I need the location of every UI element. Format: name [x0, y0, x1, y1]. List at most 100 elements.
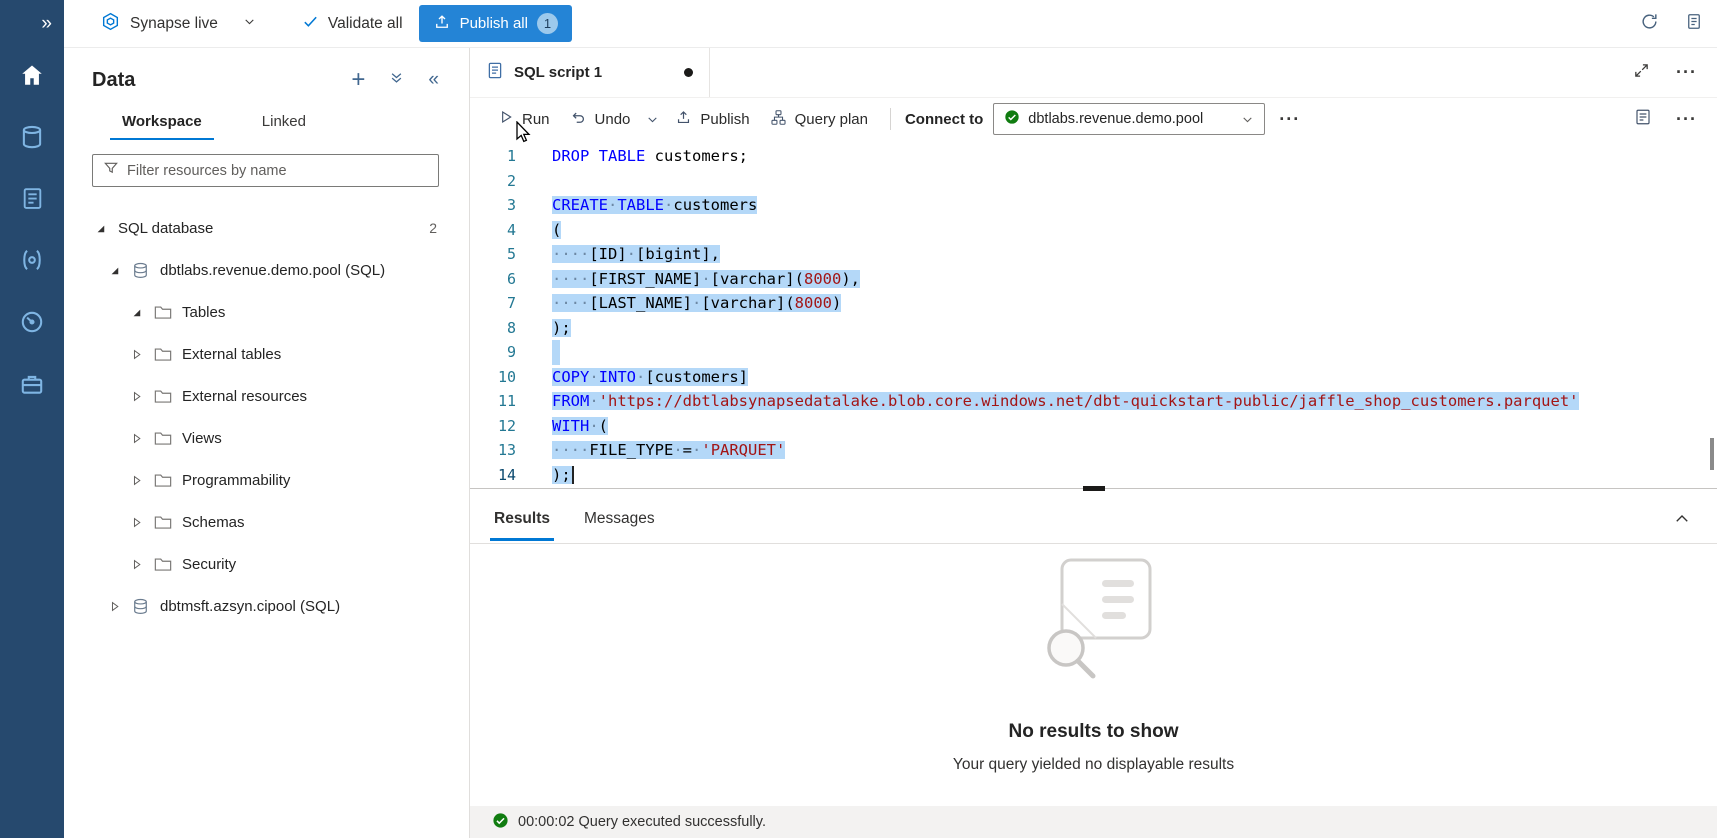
topbar-right-actions: [1640, 12, 1717, 36]
expand-chevron-icon[interactable]: [130, 558, 144, 571]
expand-chevron-icon[interactable]: [130, 432, 144, 445]
expand-chevron-icon[interactable]: [130, 474, 144, 487]
monitor-icon[interactable]: [19, 309, 45, 335]
top-command-bar: » Synapse live Validate all: [0, 0, 1717, 48]
line-content: );: [552, 463, 574, 488]
expand-chevron-icon[interactable]: [130, 390, 144, 403]
undo-label: Undo: [595, 111, 631, 128]
code-line-4: 4(: [470, 218, 1717, 243]
collapse-panel-icon[interactable]: «: [428, 69, 439, 91]
tree-item-programmability[interactable]: Programmability: [64, 459, 469, 501]
line-number: 5: [470, 242, 516, 267]
publish-all-label: Publish all: [460, 15, 528, 32]
refresh-icon[interactable]: [1640, 12, 1659, 36]
synapse-live-dropdown[interactable]: Synapse live: [100, 11, 256, 37]
tree-item-dbtlabs-revenue-demo-pool-sql[interactable]: dbtlabs.revenue.demo.pool (SQL): [64, 249, 469, 291]
collapse-chevron-icon[interactable]: [94, 222, 108, 235]
run-button[interactable]: Run: [488, 103, 560, 135]
tab-messages[interactable]: Messages: [572, 498, 667, 540]
line-number: 11: [470, 389, 516, 414]
code-line-5: 5 ····[ID]·[bigint],: [470, 242, 1717, 267]
tree-item-label: Security: [182, 556, 236, 573]
integrate-icon[interactable]: [19, 247, 45, 273]
add-resource-icon[interactable]: +: [351, 68, 365, 92]
filter-icon: [103, 160, 119, 181]
document-tabstrip: SQL script 1 ···: [470, 48, 1717, 98]
release-notes-icon[interactable]: [1685, 12, 1703, 36]
database-icon: [132, 598, 150, 615]
check-icon: [302, 13, 319, 35]
query-plan-button[interactable]: Query plan: [760, 103, 878, 136]
query-plan-label: Query plan: [795, 111, 868, 128]
line-number: 10: [470, 365, 516, 390]
tree-item-sql-database[interactable]: SQL database2: [64, 207, 469, 249]
tree-item-dbtmsft-azsyn-cipool-sql[interactable]: dbtmsft.azsyn.cipool (SQL): [64, 585, 469, 627]
line-content: ····[ID]·[bigint],: [552, 242, 720, 267]
collapse-all-icon[interactable]: [389, 70, 404, 90]
undo-dropdown-chevron-icon[interactable]: [640, 107, 665, 132]
properties-icon[interactable]: [1634, 108, 1652, 131]
collapse-results-chevron-icon[interactable]: [1673, 510, 1717, 528]
collapse-chevron-icon[interactable]: [130, 306, 144, 319]
connect-to-label: Connect to: [903, 111, 993, 128]
tab-sql-script-1[interactable]: SQL script 1: [470, 48, 710, 97]
collapse-chevron-icon[interactable]: [108, 264, 122, 277]
synapse-studio: » Synapse live Validate all: [0, 0, 1717, 838]
connect-to-dropdown[interactable]: dbtlabs.revenue.demo.pool: [993, 103, 1265, 135]
sql-code-editor[interactable]: 1DROP TABLE customers;23CREATE·TABLE·cus…: [470, 140, 1717, 488]
tree-item-schemas[interactable]: Schemas: [64, 501, 469, 543]
tab-linked[interactable]: Linked: [232, 104, 336, 140]
line-number: 6: [470, 267, 516, 292]
line-number: 12: [470, 414, 516, 439]
folder-icon: [154, 305, 172, 320]
tabstrip-more-icon[interactable]: ···: [1676, 62, 1697, 83]
tree-item-tables[interactable]: Tables: [64, 291, 469, 333]
home-icon[interactable]: [19, 62, 45, 88]
tree-item-views[interactable]: Views: [64, 417, 469, 459]
folder-icon: [154, 473, 172, 488]
tree-item-security[interactable]: Security: [64, 543, 469, 585]
data-icon[interactable]: [19, 124, 45, 150]
expand-chevron-icon[interactable]: [130, 348, 144, 361]
folder-icon: [154, 557, 172, 572]
results-sash[interactable]: [470, 488, 1717, 494]
validate-all-button[interactable]: Validate all: [302, 13, 403, 35]
filter-resources-input[interactable]: [127, 163, 428, 179]
develop-icon[interactable]: [20, 186, 45, 211]
tab-workspace[interactable]: Workspace: [92, 104, 232, 140]
line-content: FROM·'https://dbtlabsynapsedatalake.blob…: [552, 389, 1579, 414]
nav-expand-button[interactable]: »: [0, 0, 64, 48]
tree-item-external-tables[interactable]: External tables: [64, 333, 469, 375]
editor-scrollbar-thumb[interactable]: [1710, 438, 1714, 470]
top-command-bar-main: Synapse live Validate all Publish all: [64, 0, 1717, 48]
tab-results[interactable]: Results: [482, 498, 562, 540]
expand-chevron-icon[interactable]: [130, 516, 144, 529]
undo-icon: [570, 109, 587, 130]
expand-editor-icon[interactable]: [1633, 62, 1650, 84]
empty-results-subtitle: Your query yielded no displayable result…: [953, 756, 1234, 774]
tree-item-label: Programmability: [182, 472, 290, 489]
expand-chevron-icon[interactable]: [108, 600, 122, 613]
tree-item-label: dbtmsft.azsyn.cipool (SQL): [160, 598, 340, 615]
manage-icon[interactable]: [19, 371, 45, 397]
app-body: Data + « Workspace Linked SQL da: [0, 48, 1717, 838]
editor-toolbar-right: ···: [1634, 108, 1717, 131]
panel-title: Data: [92, 69, 135, 92]
tree-item-count: 2: [429, 220, 469, 236]
sash-drag-handle-icon[interactable]: [1083, 486, 1105, 491]
toolbar-more-icon[interactable]: ···: [1279, 109, 1300, 130]
success-check-icon: [492, 812, 509, 833]
line-number: 3: [470, 193, 516, 218]
tree-item-external-resources[interactable]: External resources: [64, 375, 469, 417]
undo-button[interactable]: Undo: [560, 103, 641, 136]
publish-all-button[interactable]: Publish all 1: [419, 5, 572, 42]
editor-more-icon[interactable]: ···: [1676, 109, 1697, 130]
tree-item-label: External resources: [182, 388, 307, 405]
folder-icon: [154, 347, 172, 362]
publish-button[interactable]: Publish: [665, 103, 759, 136]
data-panel-tabs: Workspace Linked: [64, 96, 469, 140]
tree-item-label: Schemas: [182, 514, 245, 531]
code-line-6: 6····[FIRST_NAME]·[varchar](8000),: [470, 267, 1717, 292]
code-line-10: 10COPY·INTO·[customers]: [470, 365, 1717, 390]
results-empty-state: No results to show Your query yielded no…: [470, 544, 1717, 806]
